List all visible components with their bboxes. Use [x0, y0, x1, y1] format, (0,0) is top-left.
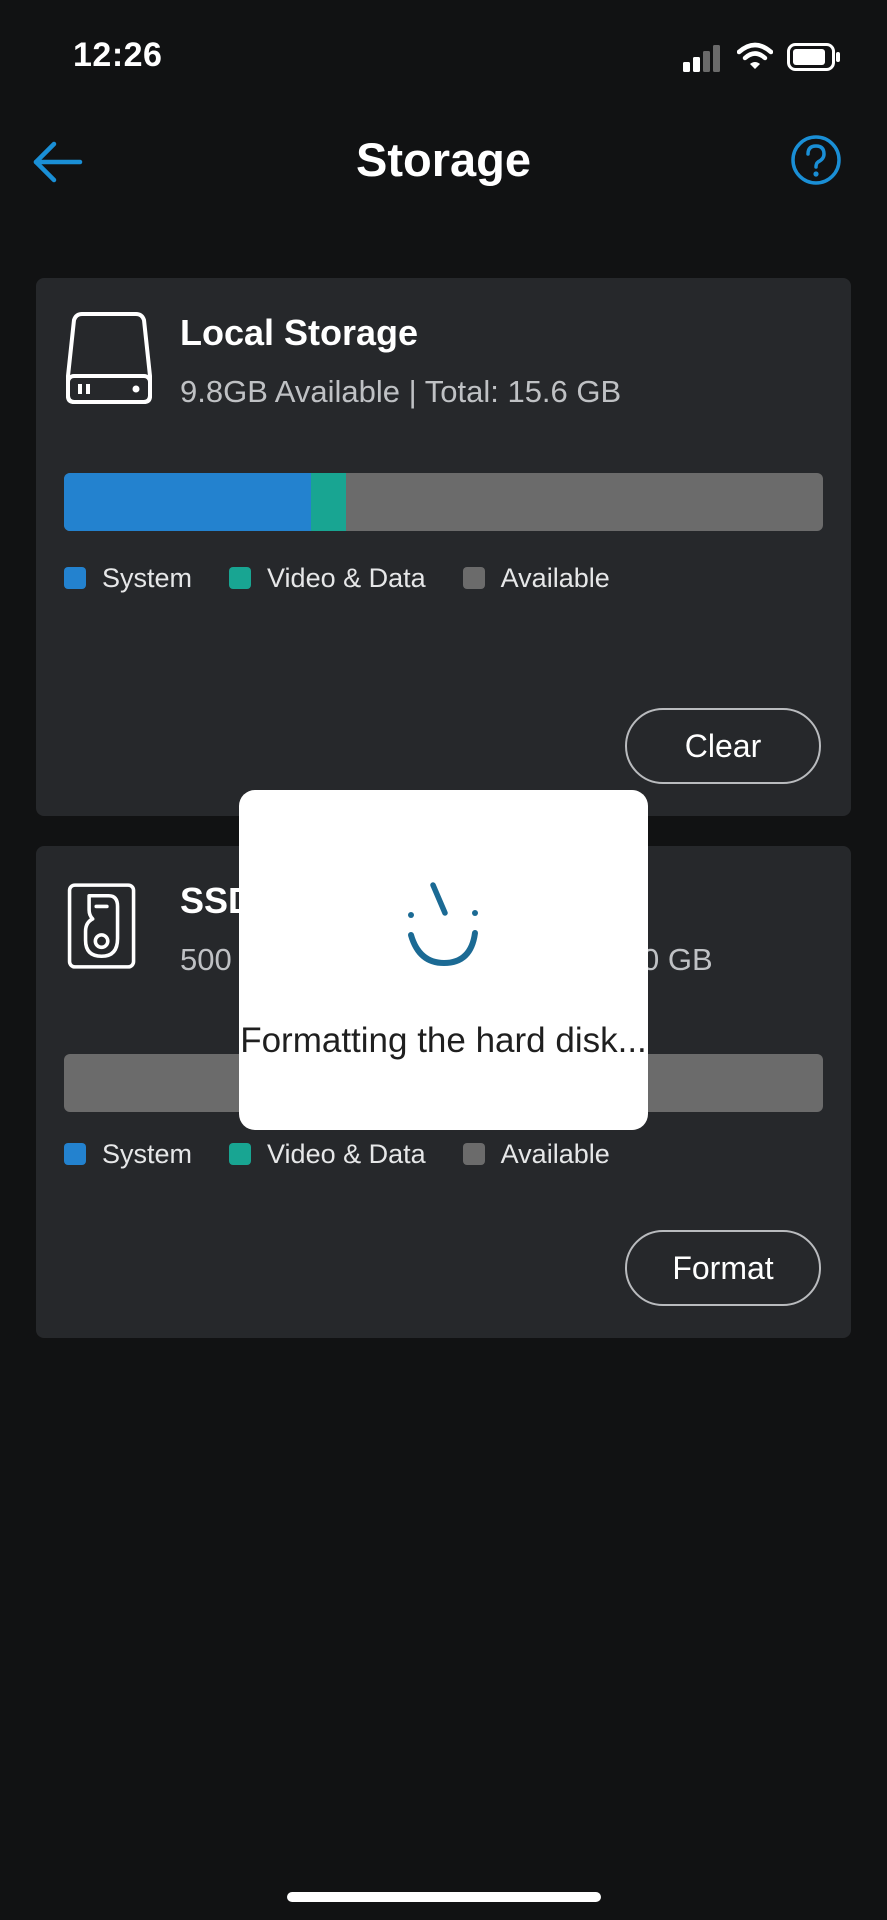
legend-item-available: Available [462, 1138, 610, 1170]
legend-label: Available [500, 1138, 610, 1169]
question-circle-icon [791, 135, 841, 185]
local-storage-capacity: 9.8GB Available | Total: 15.6 GB [180, 374, 622, 409]
ssd-capacity-total: 0 GB [642, 942, 713, 977]
status-bar: 12:26 [0, 0, 887, 110]
nav-bar: Storage [0, 110, 887, 210]
page-title: Storage [356, 133, 531, 186]
legend-item-system: System [64, 1139, 192, 1170]
clear-button[interactable]: Clear [625, 708, 821, 784]
legend-label: Available [500, 562, 610, 593]
signal-icon [683, 45, 720, 72]
help-button[interactable] [790, 134, 842, 186]
legend-swatch-available [462, 567, 485, 589]
legend-label: System [102, 562, 193, 593]
ssd-disk-icon [67, 883, 136, 969]
legend-swatch-system [64, 1143, 86, 1165]
formatting-dialog: Formatting the hard disk... [239, 790, 648, 1130]
ssd-legend: System Video & Data Available [64, 1134, 647, 1174]
legend-swatch-system [64, 567, 86, 589]
local-storage-usage-bar [64, 473, 823, 531]
local-storage-legend: System Video & Data Available [64, 558, 647, 598]
formatting-message: Formatting the hard disk... [240, 1021, 647, 1060]
usage-segment-video-data [310, 473, 346, 531]
status-icons [683, 40, 843, 72]
home-indicator[interactable] [287, 1892, 601, 1902]
wifi-icon [737, 42, 773, 69]
status-time: 12:26 [73, 36, 163, 74]
legend-item-system: System [64, 563, 192, 594]
local-storage-title: Local Storage [180, 312, 419, 353]
legend-swatch-available [462, 1143, 485, 1165]
legend-label: System [102, 1138, 193, 1169]
format-button[interactable]: Format [625, 1230, 821, 1306]
legend-item-video-data: Video & Data [229, 563, 426, 594]
local-storage-card: Local Storage 9.8GB Available | Total: 1… [36, 278, 851, 816]
legend-item-video-data: Video & Data [229, 1139, 426, 1170]
legend-label: Video & Data [267, 562, 426, 593]
battery-icon [787, 43, 840, 71]
ssd-capacity: 500 [180, 942, 232, 977]
legend-label: Video & Data [267, 1138, 426, 1169]
legend-item-available: Available [462, 562, 610, 594]
legend-swatch-video-data [229, 1143, 252, 1165]
loading-spinner-icon [408, 882, 478, 967]
hard-drive-icon [66, 312, 152, 404]
legend-swatch-video-data [229, 567, 252, 589]
usage-segment-system [64, 473, 311, 531]
